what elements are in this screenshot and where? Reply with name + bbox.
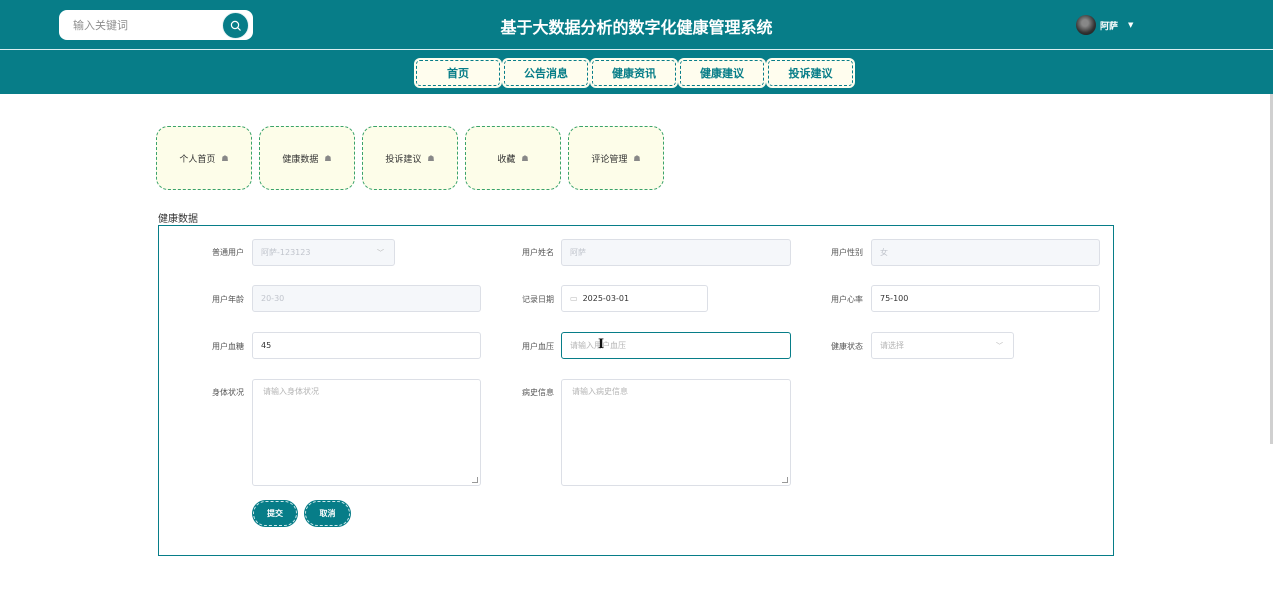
user-select[interactable]: 阿萨-123123 ﹀ bbox=[252, 239, 395, 266]
user-gender-value: 女 bbox=[880, 248, 888, 257]
blood-sugar-value: 45 bbox=[261, 341, 272, 350]
user-age-field[interactable]: 20-30 bbox=[252, 285, 481, 312]
avatar bbox=[1076, 15, 1096, 35]
record-date-value: 2025-03-01 bbox=[582, 294, 630, 303]
user-name-field[interactable]: 阿萨 bbox=[561, 239, 791, 266]
medical-history-label: 病史信息 bbox=[522, 388, 554, 397]
blood-sugar-field[interactable]: 45 bbox=[252, 332, 481, 359]
tab-label: 收藏 bbox=[497, 154, 516, 165]
blood-pressure-label: 用户血压 bbox=[522, 342, 554, 351]
tab-complaints[interactable]: 投诉建议 ☗ bbox=[362, 126, 458, 190]
user-select-value: 阿萨-123123 bbox=[261, 248, 311, 257]
section-title: 健康数据 bbox=[158, 214, 198, 225]
body-condition-placeholder: 请输入身体状况 bbox=[263, 387, 319, 396]
user-age-value: 20-30 bbox=[261, 294, 285, 303]
chevron-down-icon: ﹀ bbox=[996, 342, 1003, 350]
resize-handle-icon[interactable] bbox=[782, 477, 788, 483]
tab-health-data[interactable]: 健康数据 ☗ bbox=[259, 126, 355, 190]
user-gender-field[interactable]: 女 bbox=[871, 239, 1100, 266]
home-icon: ☗ bbox=[633, 153, 641, 163]
blood-pressure-field[interactable]: 请输入用户血压 bbox=[561, 332, 791, 359]
home-icon: ☗ bbox=[521, 153, 529, 163]
user-name-label: 用户姓名 bbox=[522, 248, 554, 257]
text-cursor-icon: I bbox=[598, 337, 605, 352]
home-icon: ☗ bbox=[427, 153, 435, 163]
tab-favorites[interactable]: 收藏 ☗ bbox=[465, 126, 561, 190]
tab-label: 投诉建议 bbox=[385, 154, 422, 165]
calendar-icon: ▭ bbox=[570, 294, 578, 303]
nav-item-notices[interactable]: 公告消息 bbox=[503, 59, 589, 87]
body-condition-label: 身体状况 bbox=[212, 388, 244, 397]
home-icon: ☗ bbox=[324, 153, 332, 163]
tab-comments[interactable]: 评论管理 ☗ bbox=[568, 126, 664, 190]
heart-rate-value: 75-100 bbox=[880, 294, 909, 303]
nav-item-home[interactable]: 首页 bbox=[415, 59, 501, 87]
nav-item-health-advice[interactable]: 健康建议 bbox=[679, 59, 765, 87]
medical-history-placeholder: 请输入病史信息 bbox=[572, 387, 628, 396]
tab-label: 健康数据 bbox=[282, 154, 319, 165]
resize-handle-icon[interactable] bbox=[472, 477, 478, 483]
body-condition-textarea[interactable]: 请输入身体状况 bbox=[252, 379, 481, 486]
health-status-label: 健康状态 bbox=[831, 342, 863, 351]
health-status-placeholder: 请选择 bbox=[880, 341, 904, 350]
tab-label: 评论管理 bbox=[591, 154, 628, 165]
chevron-down-icon: ﹀ bbox=[377, 249, 384, 257]
user-select-label: 普通用户 bbox=[212, 248, 244, 257]
nav-item-health-news[interactable]: 健康资讯 bbox=[591, 59, 677, 87]
home-icon: ☗ bbox=[221, 153, 229, 163]
health-status-select[interactable]: 请选择 ﹀ bbox=[871, 332, 1014, 359]
user-menu[interactable]: 阿萨 ▼ bbox=[1076, 15, 1133, 35]
nav-item-complaints[interactable]: 投诉建议 bbox=[767, 59, 854, 87]
tab-label: 个人首页 bbox=[179, 154, 216, 165]
heart-rate-field[interactable]: 75-100 bbox=[871, 285, 1100, 312]
user-age-label: 用户年龄 bbox=[212, 295, 244, 304]
record-date-label: 记录日期 bbox=[522, 295, 554, 304]
heart-rate-label: 用户心率 bbox=[831, 295, 863, 304]
cancel-button[interactable]: 取消 bbox=[305, 501, 350, 526]
user-gender-label: 用户性别 bbox=[831, 248, 863, 257]
record-date-picker[interactable]: ▭ 2025-03-01 bbox=[561, 285, 708, 312]
blood-sugar-label: 用户血糖 bbox=[212, 342, 244, 351]
medical-history-textarea[interactable]: 请输入病史信息 bbox=[561, 379, 791, 486]
user-name: 阿萨 bbox=[1100, 21, 1119, 32]
user-name-value: 阿萨 bbox=[570, 248, 586, 257]
tab-personal-home[interactable]: 个人首页 ☗ bbox=[156, 126, 252, 190]
submit-button[interactable]: 提交 bbox=[253, 501, 297, 526]
caret-down-icon: ▼ bbox=[1128, 21, 1134, 29]
